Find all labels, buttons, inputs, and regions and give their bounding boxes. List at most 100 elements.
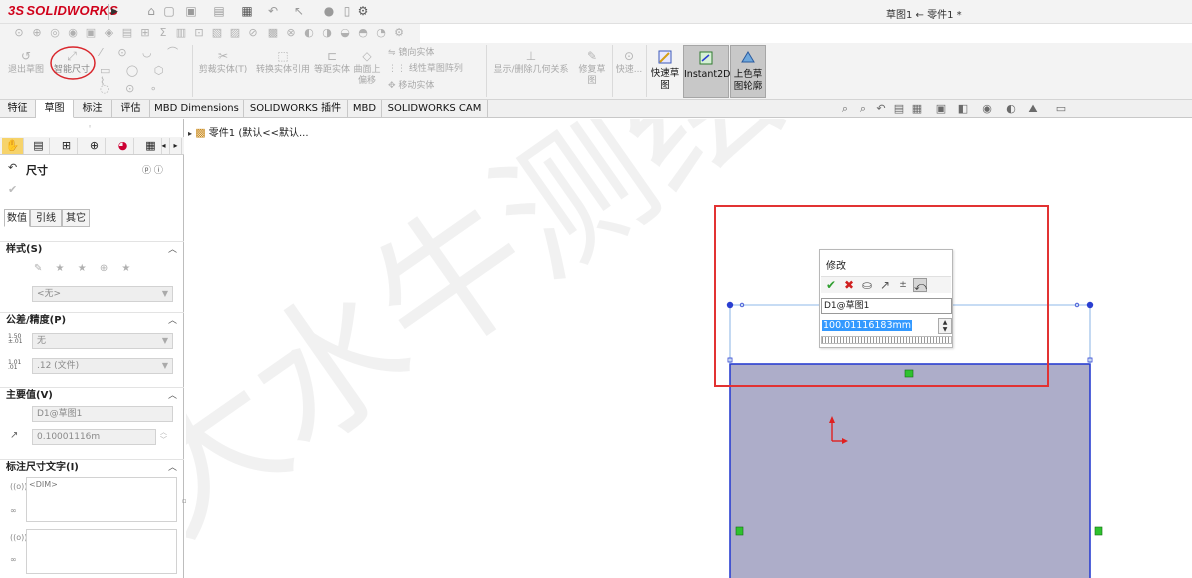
subtab-other[interactable]: 其它 (62, 209, 90, 227)
toolbar-icon[interactable]: ⊘ (246, 26, 260, 40)
precision-select[interactable]: .12 (文件) ▼ (32, 358, 173, 374)
offset-entities-button[interactable]: ⊏ 等距实体 (314, 49, 350, 76)
toolbar-icon[interactable]: ⊗ (284, 26, 298, 40)
display-relations-button[interactable]: ⊥ 显示/删除几何关系 (490, 49, 572, 76)
tree-expand-icon[interactable]: ▸ (188, 129, 192, 138)
horizontal-relation-icon[interactable] (904, 369, 914, 378)
toolbar-icon[interactable]: ⊡ (192, 26, 206, 40)
dimension-endpoint-right[interactable] (1086, 301, 1094, 309)
scroll-left-icon[interactable]: ◂ (158, 138, 170, 154)
new-document-icon[interactable]: ▢ (162, 4, 176, 18)
dimension-text-area[interactable]: <DIM> (26, 477, 177, 522)
display-style-icon[interactable]: ◧ (956, 102, 970, 116)
linear-pattern-button[interactable]: ⋮⋮ 线性草图阵列 (388, 64, 484, 75)
home-icon[interactable]: ⌂ (144, 4, 158, 18)
reverse-direction-icon[interactable]: ↗ (878, 278, 892, 292)
options-gear-icon[interactable]: ⚙ (356, 4, 370, 18)
point-text-icons[interactable]: ◌ ⊙ ∘ (100, 83, 163, 94)
thumbwheel-slider[interactable] (821, 336, 952, 344)
hide-show-items-icon[interactable]: ◉ (980, 102, 994, 116)
panel-grip-icon[interactable]: ◦ (88, 123, 92, 131)
value-spinner-icon[interactable]: ︿ ﹀ (160, 428, 167, 444)
tab-solidworks-cam[interactable]: SOLIDWORKS CAM (382, 100, 488, 118)
vertical-relation-icon-left[interactable] (735, 526, 744, 536)
toolbar-icon[interactable]: ▥ (174, 26, 188, 40)
cancel-x-icon[interactable]: ✖ (842, 278, 856, 292)
toolbar-icon[interactable]: ⊞ (138, 26, 152, 40)
toolbar-icon[interactable]: ◈ (102, 26, 116, 40)
tolerance-type-select[interactable]: 无 ▼ (32, 333, 173, 349)
toolbar-icon[interactable]: ◔ (374, 26, 388, 40)
toolbar-icon[interactable]: ▣ (84, 26, 98, 40)
dimension-text-section-header[interactable]: 标注尺寸文字(I) ︿ (0, 459, 184, 475)
toolbar-icon[interactable]: ◎ (48, 26, 62, 40)
rapid-sketch-button[interactable]: 快速草图 (648, 45, 682, 98)
primary-value-field[interactable]: 0.10001116m (32, 429, 156, 445)
open-document-icon[interactable]: ▣ (184, 4, 198, 18)
view-orientation-icon[interactable]: ▣ (934, 102, 948, 116)
edit-appearance-icon[interactable]: ◐ (1004, 102, 1018, 116)
file-properties-icon[interactable]: ▯ (340, 4, 354, 18)
tab-sketch[interactable]: 草图 (36, 100, 74, 118)
scroll-right-icon[interactable]: ▸ (170, 138, 182, 154)
dimension-name-field[interactable]: D1@草图1 (821, 298, 952, 314)
undo-icon[interactable]: ↶ (266, 4, 280, 18)
primary-value-section-header[interactable]: 主要值(V) ︿ (0, 387, 184, 403)
previous-view-icon[interactable]: ↶ (874, 102, 888, 116)
feature-manager-tab-icon[interactable]: ✋ (2, 138, 24, 154)
dim-xpert-tab-icon[interactable]: ⊕ (84, 138, 106, 154)
dimension-text-area-2[interactable] (26, 529, 177, 574)
menu-expand-arrow-icon[interactable]: ▶ (108, 4, 120, 20)
tolerance-section-header[interactable]: 公差/精度(P) ︿ (0, 312, 184, 328)
rebuild-icon[interactable]: ● (322, 4, 336, 18)
value-spinner[interactable]: ▲ ▼ (938, 318, 952, 334)
save-icon[interactable]: ▤ (212, 4, 226, 18)
mirror-entities-button[interactable]: ⇋ 镜向实体 (388, 48, 468, 59)
tab-evaluate[interactable]: 评估 (112, 100, 150, 118)
tab-solidworks-addins[interactable]: SOLIDWORKS 插件 (244, 100, 348, 118)
ok-check-icon[interactable]: ✔ (824, 278, 838, 292)
instant2d-button[interactable]: Instant2D (683, 45, 730, 98)
section-view-icon[interactable]: ▤ (892, 102, 906, 116)
help-icon[interactable]: ⓟ ⓘ (142, 163, 163, 176)
dynamic-annotation-icon[interactable]: ▦ (910, 102, 924, 116)
vertical-relation-icon-right[interactable] (1094, 526, 1103, 536)
style-select[interactable]: <无> ▼ (32, 286, 173, 302)
display-manager-tab-icon[interactable]: ◕ (112, 138, 134, 154)
toolbar-icon[interactable]: ▩ (266, 26, 280, 40)
convert-entities-button[interactable]: ⬚ 转换实体引用 (252, 49, 314, 76)
toolbar-icon[interactable]: ▧ (210, 26, 224, 40)
line-circle-arc-icons[interactable]: ⁄ ⊙ ◡ ⌒ (100, 47, 184, 58)
graphics-area[interactable]: 大水牛测绘 (186, 119, 1192, 578)
subtab-value[interactable]: 数值 (4, 209, 30, 227)
dimension-settings-icon[interactable]: ⤺ (913, 278, 927, 293)
tab-features[interactable]: 特征 (0, 100, 36, 118)
apply-scene-icon[interactable]: ⛰ (1026, 102, 1040, 116)
property-manager-tab-icon[interactable]: ▤ (28, 138, 50, 154)
primary-name-field[interactable]: D1@草图1 (32, 406, 173, 422)
toolbar-icon[interactable]: ◒ (338, 26, 352, 40)
tab-markup[interactable]: 标注 (74, 100, 112, 118)
toolbar-icon[interactable]: ▤ (120, 26, 134, 40)
shaded-sketch-contours-button[interactable]: 上色草 图轮廓 (730, 45, 766, 98)
toolbar-icon[interactable]: ⊕ (30, 26, 44, 40)
tree-root-label[interactable]: 零件1 (默认<<默认... (209, 128, 309, 139)
offset-on-surface-button[interactable]: ◇ 曲面上 偏移 (350, 49, 384, 87)
toolbar-icon[interactable]: ▨ (228, 26, 242, 40)
mark-for-drawing-icon[interactable]: ± (896, 278, 910, 292)
ok-check-icon[interactable]: ✔ (8, 183, 17, 196)
view-settings-icon[interactable]: ▭ (1054, 102, 1068, 116)
rebuild-icon[interactable]: ⛀ (860, 278, 874, 292)
select-arrow-icon[interactable]: ↖ (292, 4, 306, 18)
tab-mbd[interactable]: MBD (348, 100, 382, 118)
exit-sketch-button[interactable]: ↺ 退出草图 (6, 49, 46, 76)
zoom-to-area-icon[interactable]: ⌕ (856, 102, 870, 116)
toolbar-icon[interactable]: ◐ (302, 26, 316, 40)
toolbar-icon[interactable]: ⚙ (392, 26, 406, 40)
print-icon[interactable]: ▦ (240, 4, 254, 18)
configuration-manager-tab-icon[interactable]: ⊞ (56, 138, 78, 154)
toolbar-icon[interactable]: ◓ (356, 26, 370, 40)
subtab-leaders[interactable]: 引线 (30, 209, 62, 227)
sum-icon[interactable]: Σ (156, 26, 170, 40)
zoom-to-fit-icon[interactable]: ⌕ (838, 102, 852, 116)
